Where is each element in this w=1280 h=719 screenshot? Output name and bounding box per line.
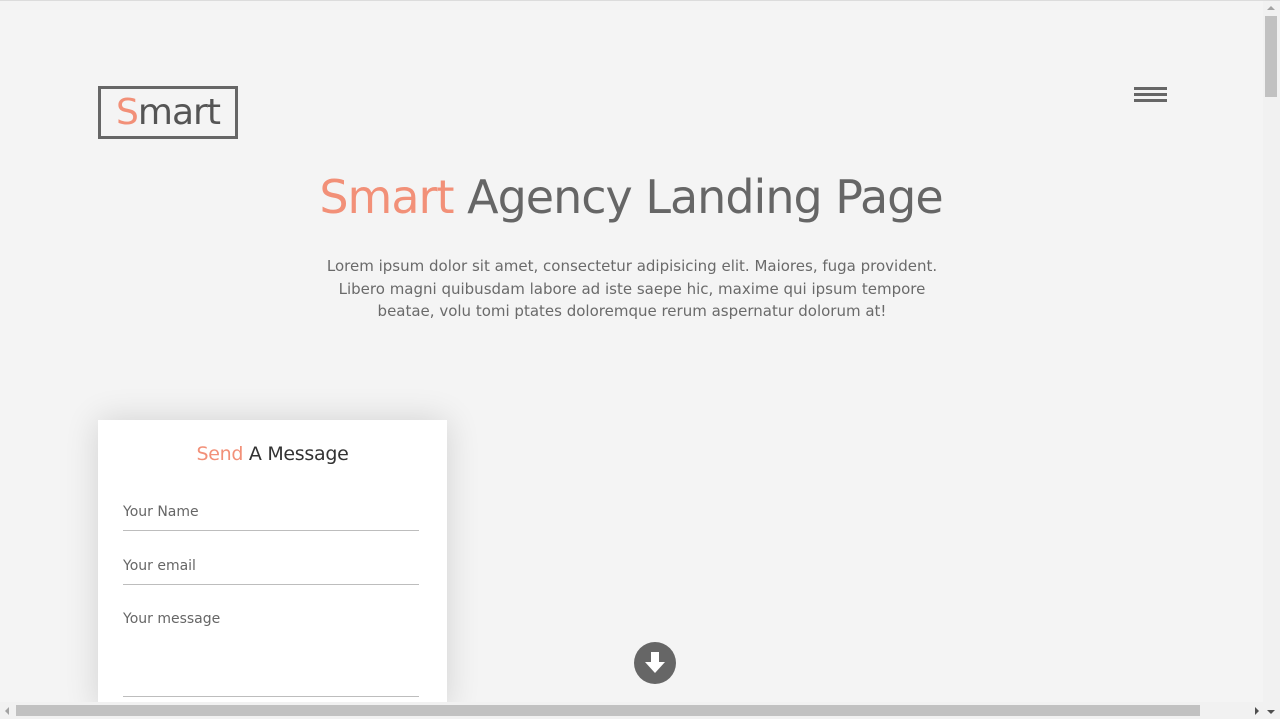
hamburger-menu-icon[interactable] (1134, 87, 1167, 103)
name-field[interactable] (123, 503, 419, 531)
scroll-down-arrow-icon[interactable] (1267, 710, 1275, 714)
logo[interactable]: Smart (98, 86, 238, 139)
horizontal-scrollbar[interactable] (0, 702, 1280, 719)
page: Smart Smart Agency Landing Page Lorem ip… (0, 0, 1280, 719)
contact-form-title-rest: A Message (248, 443, 349, 465)
contact-form-title-accent: Send (196, 443, 244, 465)
hero-title-rest: Agency Landing Page (467, 170, 944, 224)
scroll-left-arrow-icon[interactable] (5, 707, 9, 715)
arrow-down-icon (645, 652, 665, 673)
scroll-right-arrow-icon[interactable] (1255, 707, 1259, 715)
vertical-scrollbar[interactable] (1263, 1, 1280, 703)
hero-title: Smart Agency Landing Page (0, 169, 1262, 225)
contact-form-title: Send A Message (98, 443, 447, 465)
logo-text: mart (137, 91, 221, 133)
menu-bar (1134, 93, 1167, 96)
logo-accent-letter: S (116, 91, 139, 133)
scroll-up-arrow-icon[interactable] (1267, 6, 1275, 10)
contact-form-card: Send A Message (98, 420, 447, 710)
menu-bar (1134, 99, 1167, 102)
message-field[interactable] (123, 611, 419, 697)
scroll-down-button[interactable] (634, 642, 676, 684)
hero-title-accent: Smart (319, 170, 454, 224)
vertical-scrollbar-thumb[interactable] (1265, 16, 1277, 97)
horizontal-scrollbar-thumb[interactable] (16, 705, 1200, 716)
menu-bar (1134, 87, 1167, 90)
email-field[interactable] (123, 557, 419, 585)
hero-description: Lorem ipsum dolor sit amet, consectetur … (326, 257, 938, 320)
